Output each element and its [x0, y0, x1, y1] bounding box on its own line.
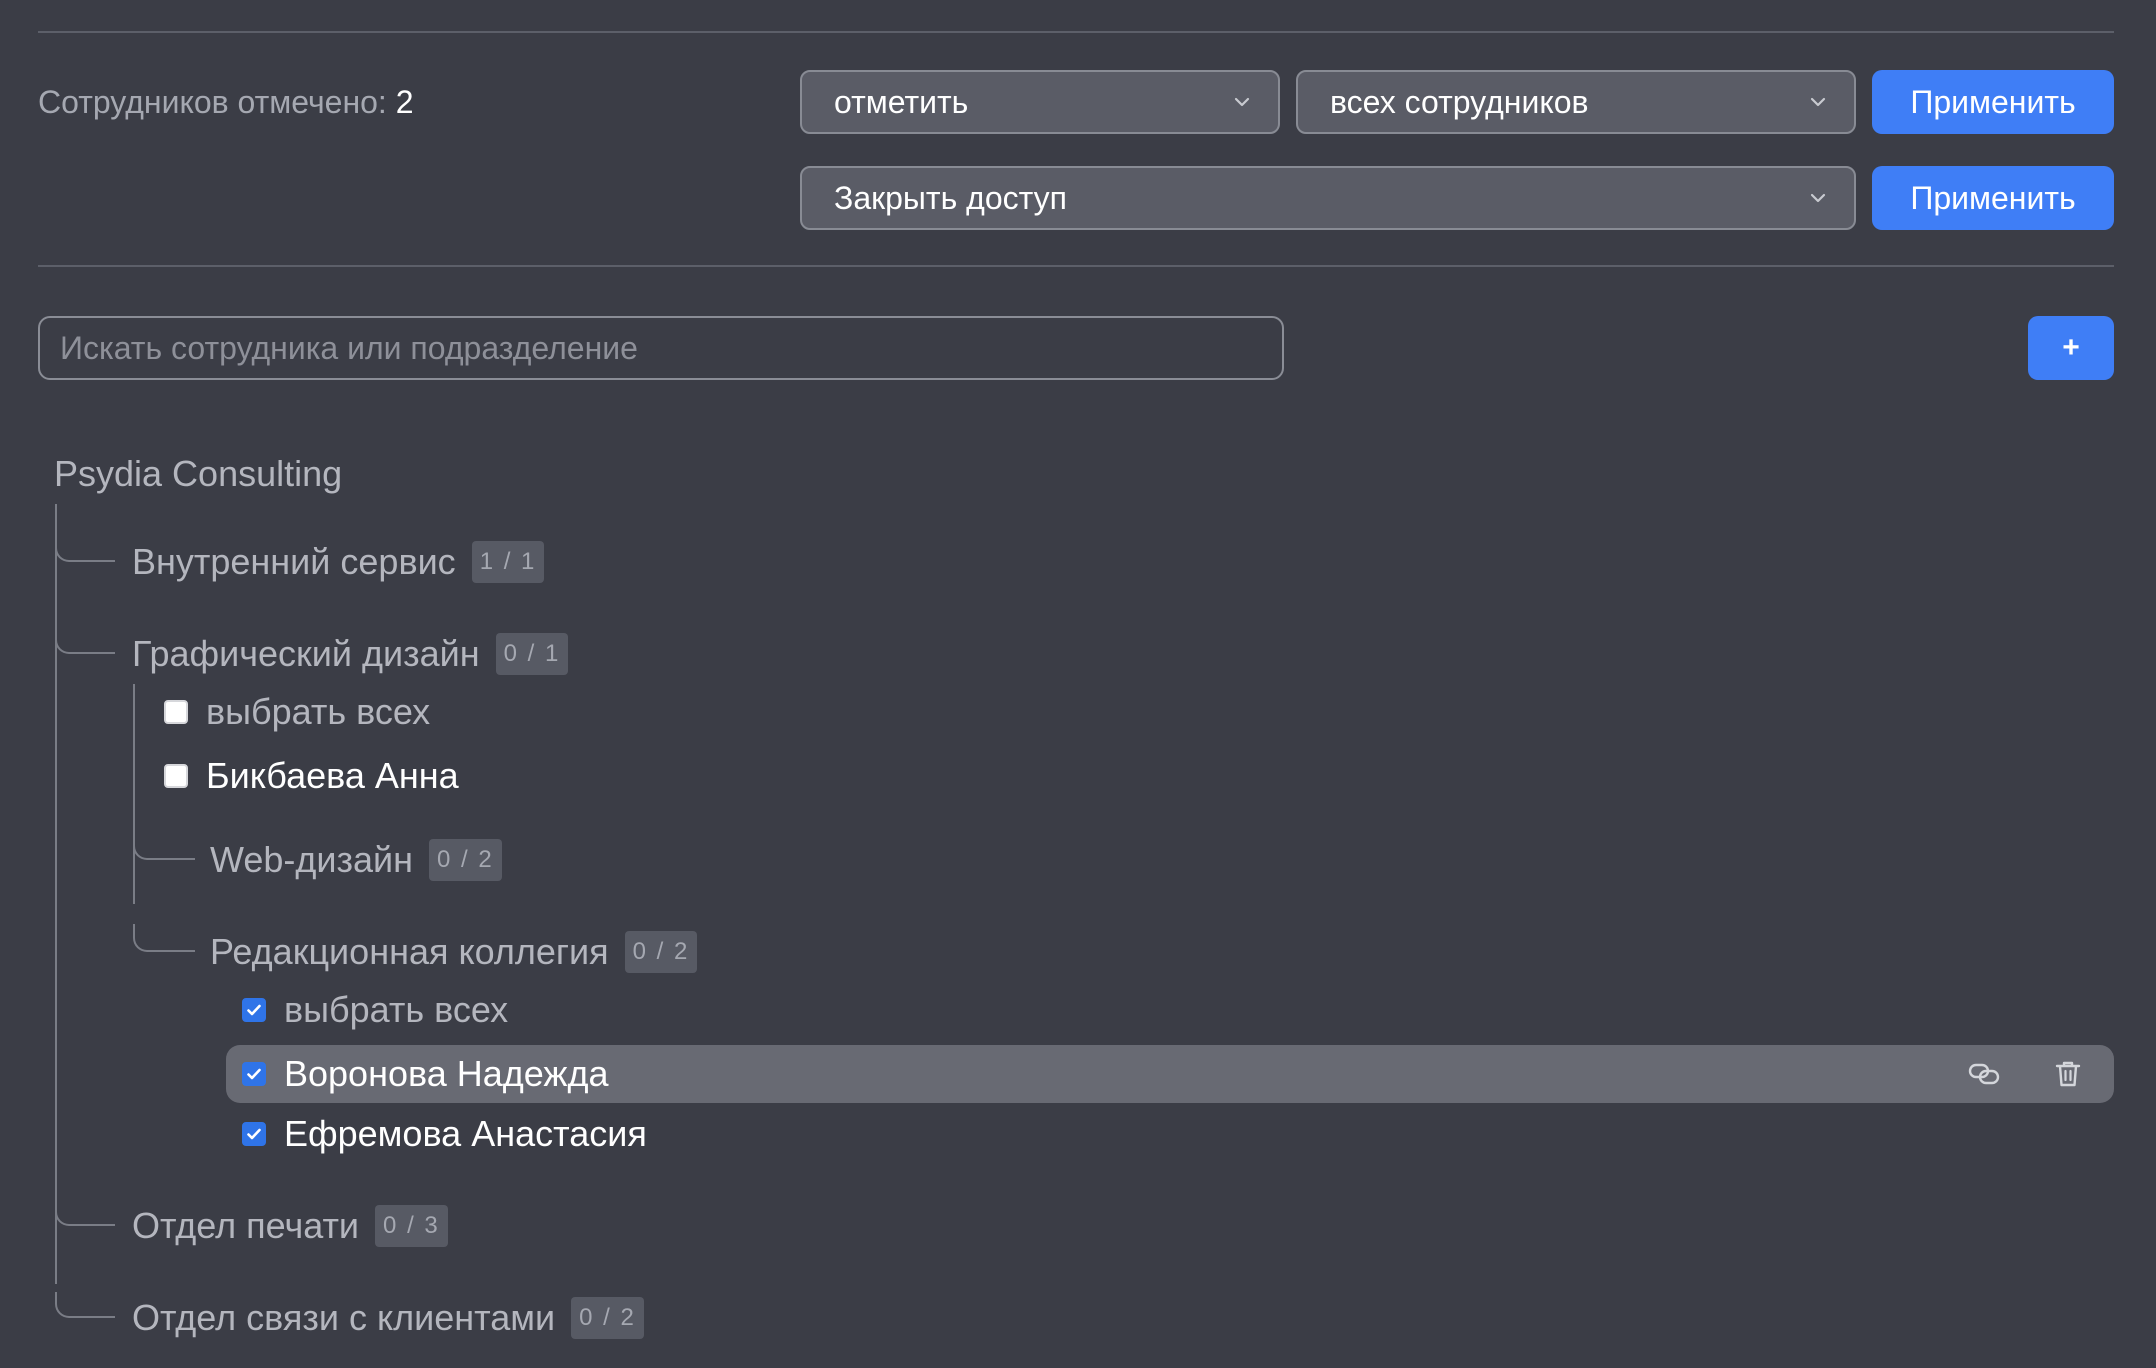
org-title: Psydia Consulting: [54, 453, 343, 494]
chevron-down-icon: [1230, 90, 1254, 114]
tree-branch: [55, 1200, 115, 1226]
select-all-checkbox[interactable]: [164, 700, 188, 724]
checkmark-icon: [247, 1004, 261, 1016]
tree-guide-root: [55, 504, 57, 1284]
dept-graphic-design[interactable]: Графический дизайн 0 / 1: [132, 630, 569, 678]
tree-branch: [55, 1292, 115, 1318]
dept-name: Отдел печати: [132, 1205, 360, 1246]
chevron-down-icon: [1806, 186, 1830, 210]
selected-count-value: 2: [395, 84, 414, 120]
select-all-checkbox[interactable]: [242, 998, 266, 1022]
dept-name: Графический дизайн: [132, 633, 480, 674]
tree-branch: [133, 924, 195, 952]
middle-divider: [38, 265, 2114, 267]
employee-checkbox[interactable]: [242, 1062, 266, 1086]
employee-name: Воронова Надежда: [284, 1053, 609, 1094]
bulk-scope-value: всех сотрудников: [1330, 83, 1589, 120]
select-all-graphic[interactable]: выбрать всех: [164, 688, 430, 736]
dept-count-badge: 0 / 3: [375, 1205, 448, 1247]
dept-name: Web-дизайн: [210, 839, 413, 880]
bulk-action-select[interactable]: отметить: [800, 70, 1280, 134]
apply-selection-button[interactable]: Применить: [1872, 70, 2114, 134]
add-button[interactable]: +: [2028, 316, 2114, 380]
dept-web-design[interactable]: Web-дизайн 0 / 2: [210, 836, 502, 884]
employee-row[interactable]: Воронова Надежда: [242, 1050, 608, 1098]
selected-count-label: Сотрудников отмечено:: [38, 84, 387, 120]
checkmark-icon: [247, 1128, 261, 1140]
employee-checkbox[interactable]: [242, 1122, 266, 1146]
dept-client-relations[interactable]: Отдел связи с клиентами 0 / 2: [132, 1294, 644, 1342]
select-all-editorial[interactable]: выбрать всех: [242, 986, 508, 1034]
dept-count-badge: 0 / 2: [624, 931, 698, 973]
select-all-label: выбрать всех: [284, 989, 509, 1030]
dept-count-badge: 1 / 1: [471, 541, 545, 583]
trash-icon[interactable]: [2048, 1054, 2088, 1094]
select-all-label: выбрать всех: [206, 691, 431, 732]
dept-count-badge: 0 / 1: [495, 633, 569, 675]
tree-guide-graphic: [133, 684, 135, 904]
copy-link-icon[interactable]: [1964, 1054, 2004, 1094]
chevron-down-icon: [1806, 90, 1830, 114]
top-divider: [38, 31, 2114, 33]
dept-internal-service[interactable]: Внутренний сервис 1 / 1: [132, 538, 545, 586]
bulk-action-value: отметить: [834, 83, 969, 120]
search-field[interactable]: [38, 316, 1284, 380]
dept-print[interactable]: Отдел печати 0 / 3: [132, 1202, 448, 1250]
apply-access-button[interactable]: Применить: [1872, 166, 2114, 230]
dept-count-badge: 0 / 2: [429, 839, 502, 881]
employee-name: Ефремова Анастасия: [284, 1113, 647, 1154]
bulk-scope-select[interactable]: всех сотрудников: [1296, 70, 1856, 134]
employee-row[interactable]: Бикбаева Анна: [164, 752, 459, 800]
dept-name: Редакционная коллегия: [210, 931, 609, 972]
employee-access-panel: Сотрудников отмечено: 2 отметить всех со…: [0, 0, 2156, 1368]
dept-name: Внутренний сервис: [132, 541, 456, 582]
dept-name: Отдел связи с клиентами: [132, 1297, 556, 1338]
search-input[interactable]: [60, 329, 1262, 367]
employee-name: Бикбаева Анна: [206, 755, 459, 796]
access-action-value: Закрыть доступ: [834, 179, 1067, 216]
selected-employees-counter: Сотрудников отмечено: 2: [38, 82, 414, 122]
access-action-select[interactable]: Закрыть доступ: [800, 166, 1856, 230]
dept-count-badge: 0 / 2: [571, 1297, 644, 1339]
tree-branch: [55, 628, 115, 654]
tree-branch: [55, 536, 115, 562]
tree-branch: [133, 834, 195, 860]
employee-checkbox[interactable]: [164, 764, 188, 788]
employee-row[interactable]: Ефремова Анастасия: [242, 1110, 647, 1158]
dept-editorial-board[interactable]: Редакционная коллегия 0 / 2: [210, 928, 698, 976]
checkmark-icon: [247, 1068, 261, 1080]
